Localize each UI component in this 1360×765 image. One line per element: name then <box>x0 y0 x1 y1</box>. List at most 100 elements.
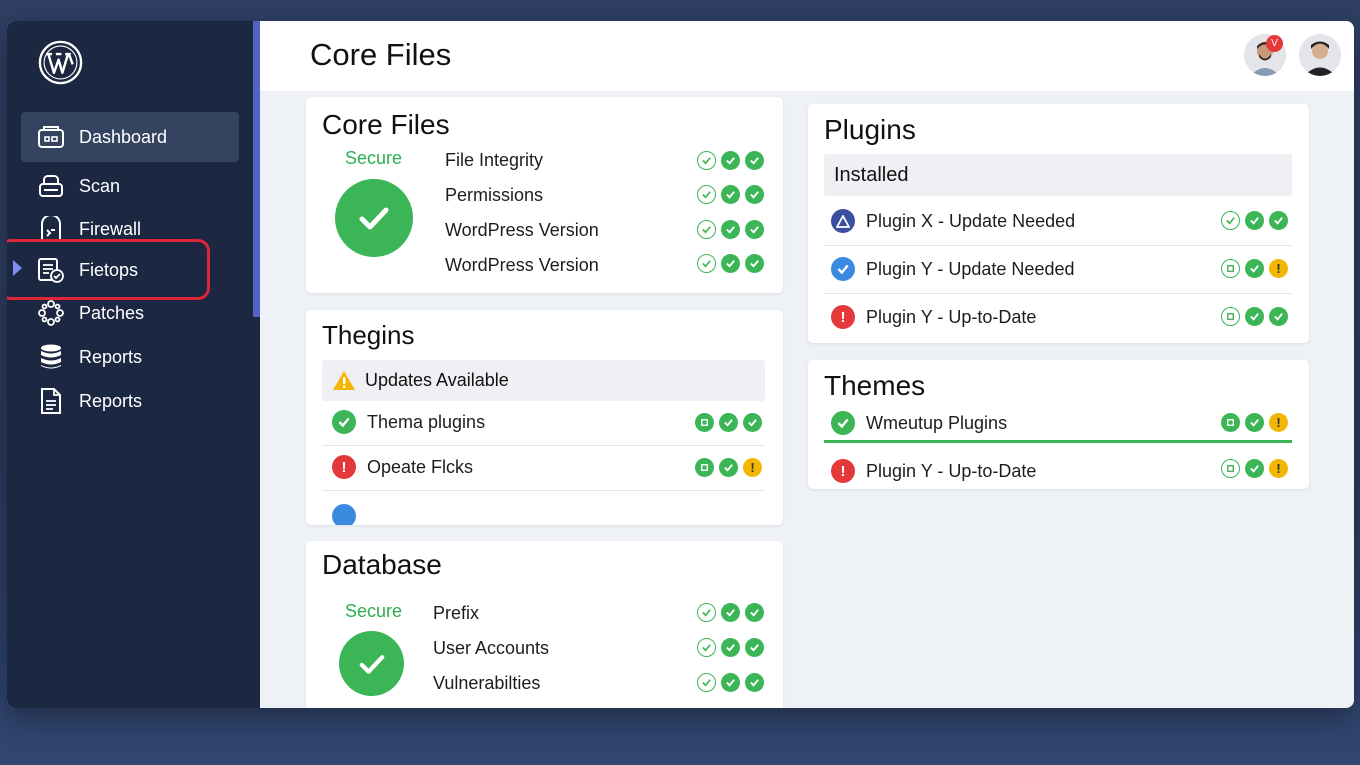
check-icon <box>721 673 740 692</box>
list-item[interactable]: ! Plugin Y - Up-to-Date <box>831 459 1036 483</box>
update-outline-icon <box>1221 307 1240 326</box>
row-label: Permissions <box>445 185 544 205</box>
check-icon <box>831 411 855 435</box>
status-icons: ! <box>1221 413 1288 432</box>
sidebar-item-reports[interactable]: Reports <box>21 332 239 382</box>
sidebar-accent-bar <box>253 21 260 317</box>
themes-card: Themes Wmeutup Plugins ! ! Plugin Y - Up… <box>808 360 1309 489</box>
warning-icon: ! <box>743 458 762 477</box>
list-item-label: Wmeutup Plugins <box>866 412 1008 433</box>
warning-icon <box>333 371 355 390</box>
status-icons: ! <box>695 458 762 477</box>
divider <box>322 490 765 491</box>
check-outline-icon <box>697 220 716 239</box>
error-icon: ! <box>831 459 855 483</box>
database-card: Database Secure Prefix User Accounts Vul… <box>306 541 783 708</box>
update-outline-icon <box>1221 459 1240 478</box>
check-circle-icon <box>831 257 855 281</box>
divider <box>824 293 1292 294</box>
status-icons <box>697 638 764 657</box>
sidebar-item-label: Reports <box>79 346 143 367</box>
check-icon <box>719 413 738 432</box>
updates-available-subhead: Updates Available <box>322 360 765 401</box>
row-label: WordPress Version <box>445 220 599 240</box>
list-item[interactable]: Plugin Y - Update Needed <box>831 257 1075 281</box>
card-title: Database <box>322 549 442 580</box>
app-window: Dashboard Scan Firewall Fietops Patches <box>7 21 1354 708</box>
check-outline-icon <box>697 638 716 657</box>
scan-icon <box>37 172 65 200</box>
row-label: User Accounts <box>433 638 550 658</box>
sidebar-item-label: Reports <box>79 390 143 411</box>
list-item-label: Plugin X - Update Needed <box>866 210 1076 231</box>
info-icon <box>332 504 356 525</box>
check-icon <box>721 220 740 239</box>
progress-bar <box>824 440 1292 443</box>
list-item[interactable]: Wmeutup Plugins <box>831 411 1007 435</box>
status-icons: ! <box>1221 459 1288 478</box>
page-title: Core Files <box>310 37 452 72</box>
status-icons <box>697 185 764 204</box>
list-item-label: Thema plugins <box>367 411 486 432</box>
row-label: File Integrity <box>445 150 544 170</box>
status-icons <box>697 220 764 239</box>
list-item-label: Opeate Flcks <box>367 456 474 477</box>
update-icon <box>695 458 714 477</box>
status-icons <box>1221 307 1288 326</box>
secure-label: Secure <box>345 148 403 168</box>
check-icon <box>332 410 356 434</box>
list-item[interactable]: ! Opeate Flcks <box>332 455 473 479</box>
list-item[interactable]: Thema plugins <box>332 410 485 434</box>
divider <box>824 245 1292 246</box>
check-icon <box>1269 211 1288 230</box>
check-icon <box>721 151 740 170</box>
notification-badge[interactable]: V <box>1266 35 1283 52</box>
warning-icon: ! <box>1269 259 1288 278</box>
check-icon <box>721 638 740 657</box>
sidebar-item-dashboard[interactable]: Dashboard <box>21 112 239 162</box>
list-item[interactable]: ! Plugin Y - Up-to-Date <box>831 305 1036 329</box>
check-icon <box>721 185 740 204</box>
card-title: Plugins <box>824 114 916 145</box>
check-icon <box>1245 307 1264 326</box>
sidebar-item-label: Firewall <box>79 218 142 239</box>
list-item-label: Plugin Y - Up-to-Date <box>866 460 1037 481</box>
status-icons <box>697 151 764 170</box>
status-icons <box>1221 211 1288 230</box>
check-icon <box>1245 211 1264 230</box>
sidebar-edge <box>253 317 260 708</box>
subhead-label: Updates Available <box>365 370 509 390</box>
status-icons <box>697 603 764 622</box>
warning-icon: ! <box>1269 459 1288 478</box>
check-icon <box>745 185 764 204</box>
check-icon <box>721 603 740 622</box>
triangle-icon <box>831 209 855 233</box>
status-icons <box>697 254 764 273</box>
row-label: Vulnerabilties <box>433 673 541 693</box>
divider <box>322 445 765 446</box>
database-icon <box>37 343 65 371</box>
update-icon <box>695 413 714 432</box>
status-icons <box>695 413 762 432</box>
status-icons <box>697 673 764 692</box>
check-icon <box>719 458 738 477</box>
patches-icon <box>37 299 65 327</box>
row-label: Prefix <box>433 603 480 623</box>
thegins-card: Thegins Updates Available Thema plugins … <box>306 310 783 525</box>
check-icon <box>745 151 764 170</box>
avatar-2[interactable] <box>1299 34 1341 76</box>
check-outline-icon <box>1221 211 1240 230</box>
card-title: Core Files <box>322 109 450 140</box>
list-item[interactable]: Plugin X - Update Needed <box>831 209 1075 233</box>
secure-label: Secure <box>345 601 403 621</box>
card-title: Themes <box>824 370 926 401</box>
sidebar-item-reports-2[interactable]: Reports <box>21 376 239 426</box>
subhead-label: Installed <box>834 163 909 186</box>
secure-check-icon <box>339 631 404 696</box>
check-outline-icon <box>697 185 716 204</box>
update-icon <box>1221 413 1240 432</box>
warning-icon: ! <box>1269 413 1288 432</box>
plugins-card: Plugins Installed Plugin X - Update Need… <box>808 104 1309 343</box>
check-icon <box>1245 413 1264 432</box>
wordpress-logo-icon[interactable] <box>38 40 83 85</box>
